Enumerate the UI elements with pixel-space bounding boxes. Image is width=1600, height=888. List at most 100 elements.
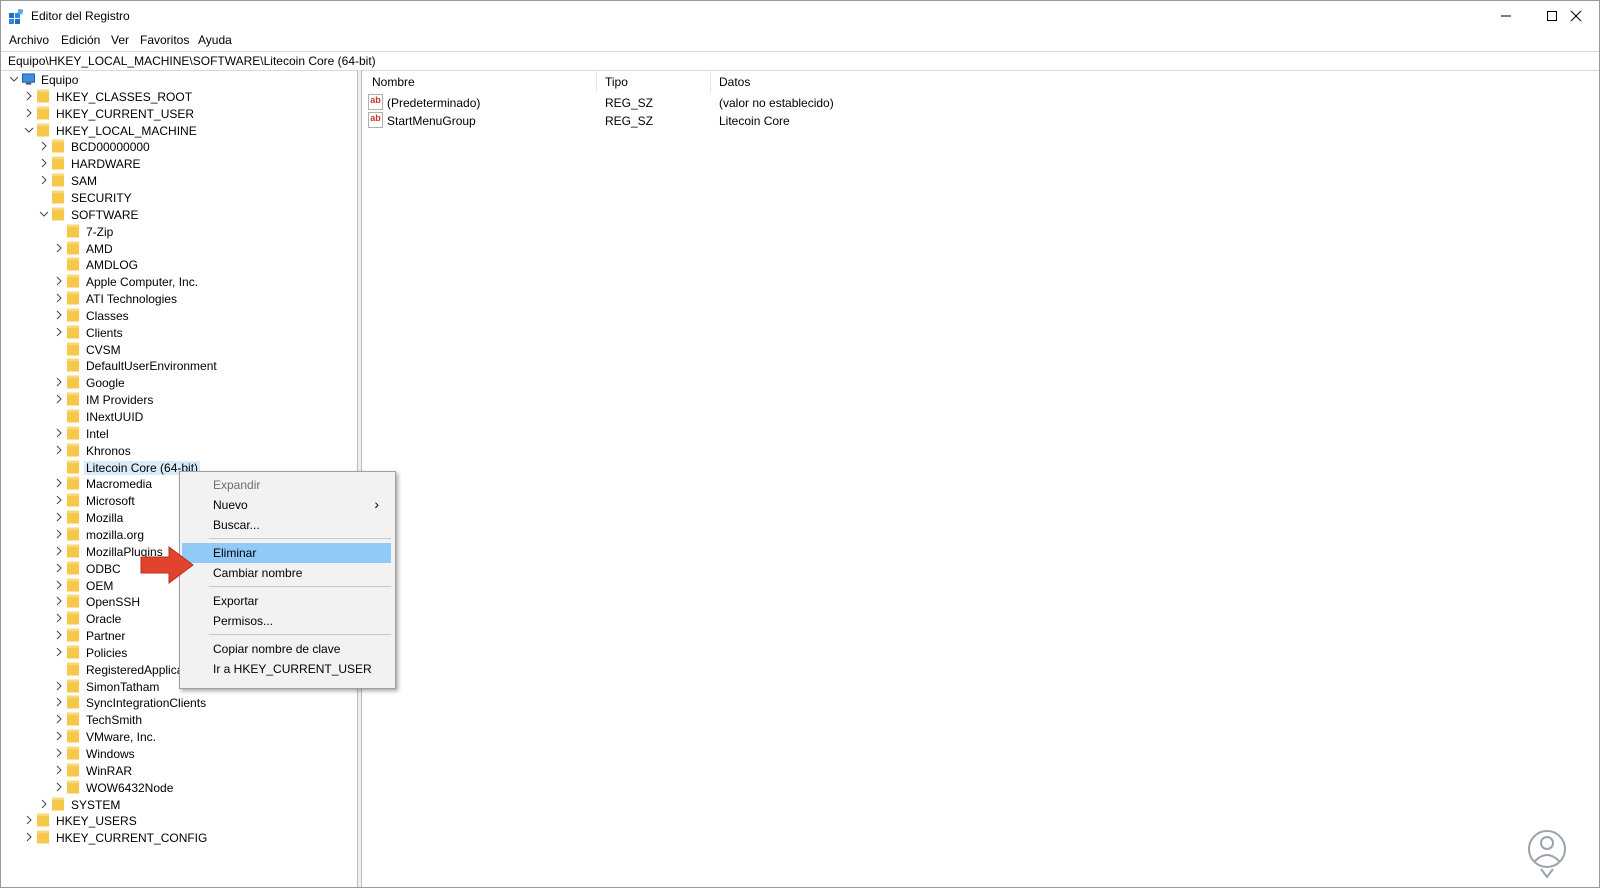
chevron-right-icon[interactable] bbox=[54, 613, 64, 623]
tree-item[interactable]: Classes bbox=[1, 307, 351, 324]
menu-favoritos[interactable]: Favoritos bbox=[140, 33, 189, 47]
chevron-right-icon[interactable] bbox=[54, 512, 64, 522]
tree-item[interactable]: SAM bbox=[1, 172, 351, 189]
context-menu-expandir[interactable]: Expandir bbox=[182, 475, 391, 495]
chevron-right-icon[interactable] bbox=[54, 310, 64, 320]
chevron-right-icon[interactable] bbox=[54, 596, 64, 606]
menu-ver[interactable]: Ver bbox=[111, 33, 129, 47]
chevron-right-icon[interactable] bbox=[39, 141, 49, 151]
context-menu-exportar[interactable]: Exportar bbox=[182, 591, 391, 611]
tree-item[interactable]: HKEY_CURRENT_USER bbox=[1, 105, 351, 122]
tree-item[interactable]: SECURITY bbox=[1, 189, 351, 206]
chevron-right-icon[interactable] bbox=[54, 714, 64, 724]
tree-item[interactable]: Khronos bbox=[1, 442, 351, 459]
context-menu-ir-a-hkcu[interactable]: Ir a HKEY_CURRENT_USER bbox=[182, 659, 391, 679]
chevron-right-icon[interactable] bbox=[54, 293, 64, 303]
chevron-right-icon[interactable] bbox=[39, 158, 49, 168]
tree-item[interactable]: DefaultUserEnvironment bbox=[1, 357, 351, 374]
context-menu-cambiar-nombre[interactable]: Cambiar nombre bbox=[182, 563, 391, 583]
context-menu-nuevo[interactable]: Nuevo › bbox=[182, 495, 391, 515]
tree-item[interactable]: SYSTEM bbox=[1, 796, 351, 813]
folder-icon bbox=[67, 241, 80, 254]
tree-item[interactable]: Google bbox=[1, 374, 351, 391]
tree-item[interactable]: AMD bbox=[1, 240, 351, 257]
column-divider[interactable] bbox=[596, 70, 597, 92]
tree-item[interactable]: INextUUID bbox=[1, 408, 351, 425]
chevron-right-icon[interactable] bbox=[54, 546, 64, 556]
value-row[interactable]: ab StartMenuGroup REG_SZ Litecoin Core bbox=[362, 112, 1362, 130]
tree-item[interactable]: CVSM bbox=[1, 341, 351, 358]
chevron-right-icon[interactable] bbox=[54, 478, 64, 488]
chevron-right-icon[interactable] bbox=[54, 731, 64, 741]
chevron-right-icon[interactable] bbox=[24, 815, 34, 825]
menu-ayuda[interactable]: Ayuda bbox=[198, 33, 232, 47]
tree-item[interactable]: IM Providers bbox=[1, 391, 351, 408]
chevron-right-icon[interactable] bbox=[54, 243, 64, 253]
address-path[interactable]: Equipo\HKEY_LOCAL_MACHINE\SOFTWARE\Litec… bbox=[8, 54, 376, 68]
tree-item[interactable]: HKEY_USERS bbox=[1, 812, 351, 829]
menu-archivo[interactable]: Archivo bbox=[9, 33, 49, 47]
chevron-right-icon[interactable] bbox=[54, 377, 64, 387]
tree-item[interactable]: BCD00000000 bbox=[1, 138, 351, 155]
context-menu-eliminar[interactable]: Eliminar bbox=[182, 543, 391, 563]
context-menu-permisos[interactable]: Permisos... bbox=[182, 611, 391, 631]
column-header-nombre[interactable]: Nombre bbox=[372, 75, 415, 89]
tree-item[interactable]: HKEY_CURRENT_CONFIG bbox=[1, 829, 351, 846]
chevron-right-icon[interactable] bbox=[54, 563, 64, 573]
tree-item[interactable]: Clients bbox=[1, 324, 351, 341]
tree-item[interactable]: HARDWARE bbox=[1, 155, 351, 172]
value-row[interactable]: ab (Predeterminado) REG_SZ (valor no est… bbox=[362, 94, 1362, 112]
chevron-right-icon[interactable] bbox=[39, 799, 49, 809]
chevron-right-icon[interactable] bbox=[54, 580, 64, 590]
chevron-right-icon[interactable] bbox=[39, 175, 49, 185]
tree-item[interactable]: SOFTWARE bbox=[1, 206, 351, 223]
chevron-right-icon[interactable] bbox=[54, 529, 64, 539]
chevron-right-icon[interactable] bbox=[54, 765, 64, 775]
chevron-right-icon[interactable] bbox=[54, 327, 64, 337]
tree-item[interactable]: Apple Computer, Inc. bbox=[1, 273, 351, 290]
tree-item[interactable]: WinRAR bbox=[1, 762, 351, 779]
chevron-right-icon[interactable] bbox=[54, 647, 64, 657]
tree-item[interactable]: SyncIntegrationClients bbox=[1, 694, 351, 711]
tree-item-label: Apple Computer, Inc. bbox=[86, 275, 199, 290]
column-divider[interactable] bbox=[710, 70, 711, 92]
chevron-right-icon[interactable] bbox=[54, 630, 64, 640]
address-bar[interactable]: Equipo\HKEY_LOCAL_MACHINE\SOFTWARE\Litec… bbox=[1, 51, 1599, 71]
chevron-right-icon[interactable] bbox=[54, 697, 64, 707]
chevron-right-icon[interactable] bbox=[54, 276, 64, 286]
chevron-right-icon[interactable] bbox=[54, 394, 64, 404]
minimize-button[interactable] bbox=[1483, 1, 1529, 31]
chevron-down-icon[interactable] bbox=[24, 125, 34, 135]
chevron-right-icon[interactable] bbox=[24, 91, 34, 101]
tree-item-label: HARDWARE bbox=[71, 157, 141, 172]
tree-item[interactable]: HKEY_CLASSES_ROOT bbox=[1, 88, 351, 105]
chevron-right-icon[interactable] bbox=[54, 428, 64, 438]
tree-item[interactable]: AMDLOG bbox=[1, 256, 351, 273]
tree-item[interactable]: Windows bbox=[1, 745, 351, 762]
tree-item[interactable]: VMware, Inc. bbox=[1, 728, 351, 745]
tree-item[interactable]: Intel bbox=[1, 425, 351, 442]
column-header-datos[interactable]: Datos bbox=[719, 75, 750, 89]
chevron-right-icon[interactable] bbox=[54, 495, 64, 505]
folder-icon bbox=[52, 156, 65, 170]
chevron-right-icon[interactable] bbox=[24, 832, 34, 842]
tree-item[interactable]: 7-Zip bbox=[1, 223, 351, 240]
chevron-right-icon[interactable] bbox=[54, 782, 64, 792]
tree-item[interactable]: TechSmith bbox=[1, 711, 351, 728]
chevron-right-icon[interactable] bbox=[54, 445, 64, 455]
folder-icon bbox=[67, 409, 80, 423]
chevron-down-icon[interactable] bbox=[9, 74, 19, 84]
tree-item[interactable]: Equipo bbox=[1, 71, 351, 88]
tree-item[interactable]: WOW6432Node bbox=[1, 779, 351, 796]
context-menu-buscar[interactable]: Buscar... bbox=[182, 515, 391, 535]
tree-item[interactable]: ATI Technologies bbox=[1, 290, 351, 307]
chevron-right-icon[interactable] bbox=[54, 748, 64, 758]
context-menu-copiar-nombre[interactable]: Copiar nombre de clave bbox=[182, 639, 391, 659]
chevron-down-icon[interactable] bbox=[39, 209, 49, 219]
menu-edicion[interactable]: Edición bbox=[61, 33, 100, 47]
chevron-right-icon[interactable] bbox=[24, 108, 34, 118]
close-button[interactable] bbox=[1553, 1, 1599, 31]
column-header-tipo[interactable]: Tipo bbox=[605, 75, 628, 89]
chevron-right-icon[interactable] bbox=[54, 681, 64, 691]
tree-item[interactable]: HKEY_LOCAL_MACHINE bbox=[1, 122, 351, 139]
